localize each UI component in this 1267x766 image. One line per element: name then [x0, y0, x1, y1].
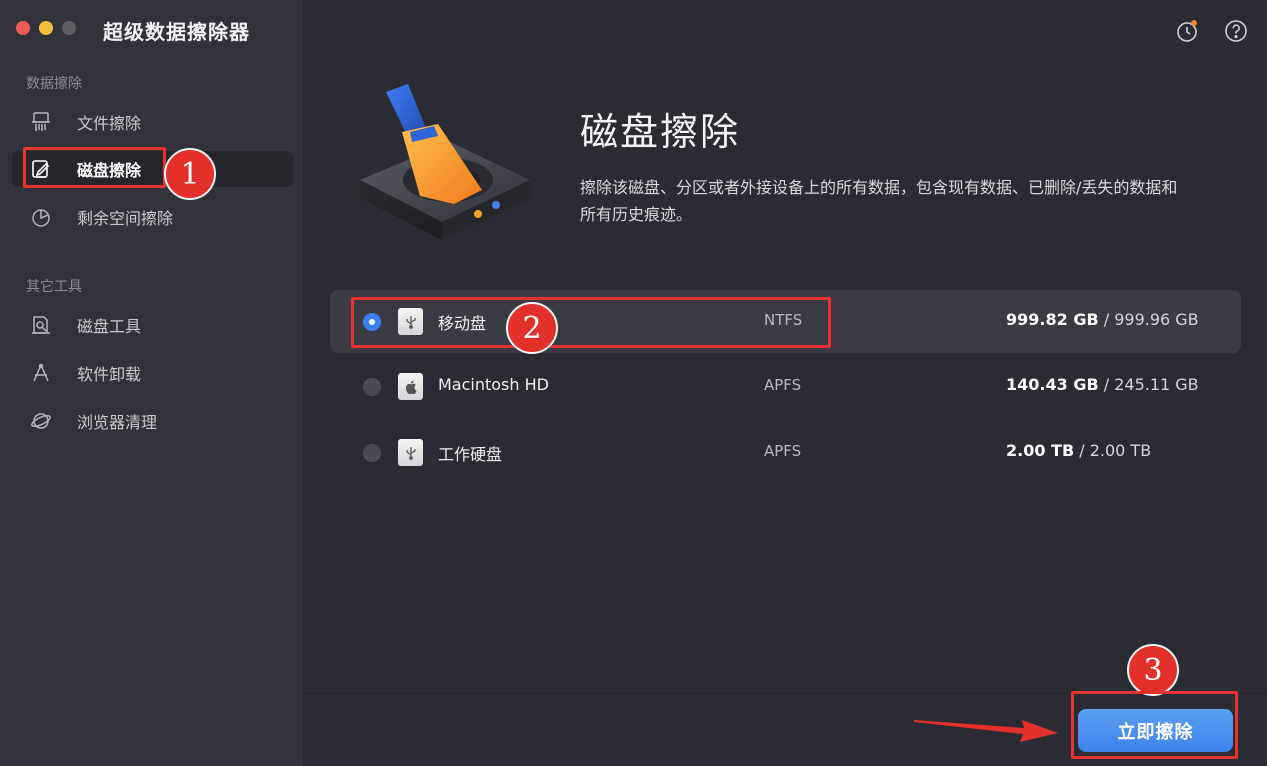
- annotation-badge-step2: 2: [506, 302, 558, 354]
- help-icon[interactable]: [1224, 19, 1248, 43]
- history-icon[interactable]: [1175, 19, 1199, 43]
- usb-drive-icon: [398, 439, 423, 466]
- section-label-data-erase: 数据擦除: [26, 76, 82, 92]
- disk-total: / 999.96 GB: [1098, 310, 1199, 329]
- uninstall-icon: [29, 361, 53, 385]
- annotation-arrow: [912, 706, 1062, 746]
- disk-used: 2.00 TB: [1006, 441, 1075, 460]
- close-window-button[interactable]: [16, 21, 30, 35]
- disk-row-work-drive[interactable]: 工作硬盘 APFS 2.00 TB / 2.00 TB: [330, 421, 1241, 484]
- disk-capacity: 999.82 GB / 999.96 GB: [1006, 310, 1199, 329]
- section-label-other-tools: 其它工具: [26, 279, 82, 295]
- disk-used: 140.43 GB: [1006, 375, 1099, 394]
- minimize-window-button[interactable]: [39, 21, 53, 35]
- disk-capacity: 2.00 TB / 2.00 TB: [1006, 441, 1151, 460]
- disk-total: / 245.11 GB: [1098, 375, 1199, 394]
- disk-radio[interactable]: [363, 378, 381, 396]
- sidebar-item-label: 软件卸载: [77, 365, 142, 384]
- shredder-icon: [29, 110, 53, 134]
- disk-tool-icon: [29, 313, 53, 337]
- annotation-badge-step1: 1: [164, 148, 216, 200]
- sidebar-item-label: 剩余空间擦除: [77, 209, 174, 228]
- disk-broom-illustration: [350, 80, 540, 250]
- sidebar-item-label: 文件擦除: [77, 114, 142, 133]
- sidebar-item-disk-tools[interactable]: 磁盘工具: [12, 307, 293, 343]
- annotation-box-step2: [351, 297, 831, 348]
- disk-radio[interactable]: [363, 444, 381, 462]
- apple-drive-icon: [398, 373, 423, 400]
- page-title: 磁盘擦除: [580, 110, 741, 154]
- disk-total: / 2.00 TB: [1074, 441, 1152, 460]
- sidebar-item-uninstall[interactable]: 软件卸载: [12, 355, 293, 391]
- erase-now-button[interactable]: 立即擦除: [1078, 709, 1233, 752]
- sidebar-item-browser-clean[interactable]: 浏览器清理: [12, 403, 293, 439]
- sidebar: 超级数据擦除器 数据擦除 文件擦除 磁盘擦除 剩余空间擦除 其它工具 磁盘工具 …: [0, 0, 304, 766]
- disk-name: 工作硬盘: [438, 445, 503, 464]
- disk-used: 999.82 GB: [1006, 310, 1099, 329]
- window-controls: [16, 21, 76, 35]
- sidebar-item-label: 浏览器清理: [77, 413, 158, 432]
- pie-chart-icon: [29, 205, 53, 229]
- sidebar-item-free-space-erase[interactable]: 剩余空间擦除: [12, 199, 293, 235]
- annotation-badge-step3: 3: [1127, 644, 1179, 696]
- zoom-window-button[interactable]: [62, 21, 76, 35]
- sidebar-item-label: 磁盘工具: [77, 317, 142, 336]
- page-description: 擦除该磁盘、分区或者外接设备上的所有数据，包含现有数据、已删除/丢失的数据和所有…: [580, 178, 1178, 224]
- disk-name: Macintosh HD: [438, 375, 549, 394]
- sidebar-item-file-erase[interactable]: 文件擦除: [12, 104, 293, 140]
- annotation-box-step1: [23, 147, 166, 188]
- disk-filesystem: APFS: [764, 442, 802, 460]
- app-title: 超级数据擦除器: [103, 20, 250, 44]
- browser-clean-icon: [29, 409, 53, 433]
- disk-row-macintosh-hd[interactable]: Macintosh HD APFS 140.43 GB / 245.11 GB: [330, 355, 1241, 418]
- disk-filesystem: APFS: [764, 376, 802, 394]
- disk-capacity: 140.43 GB / 245.11 GB: [1006, 375, 1199, 394]
